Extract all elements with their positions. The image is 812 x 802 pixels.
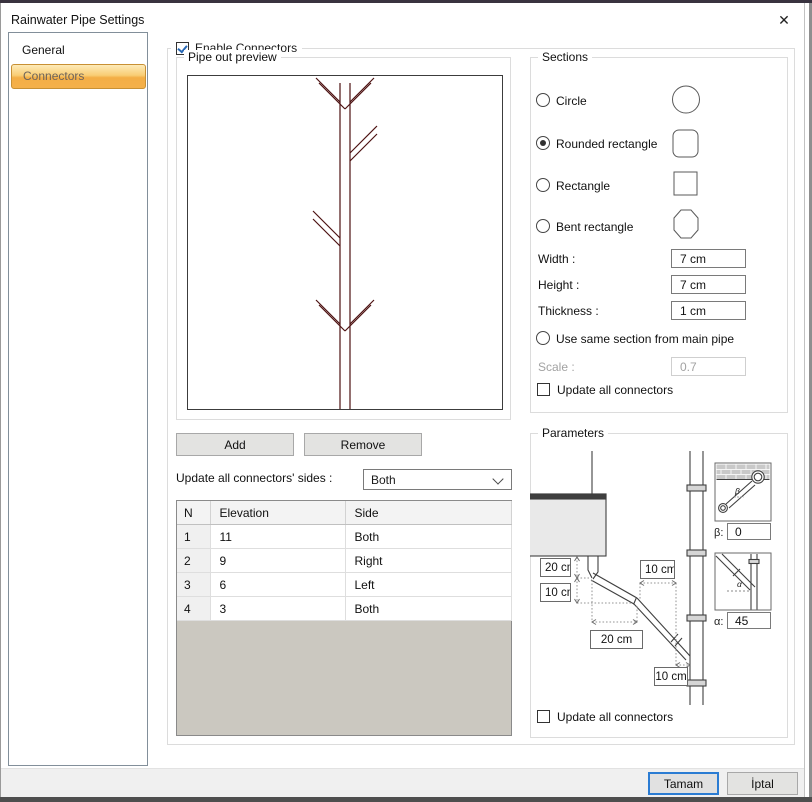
update-sides-label: Update all connectors' sides :	[176, 471, 332, 485]
radio-circle-label[interactable]: Circle	[556, 94, 587, 108]
table-row[interactable]: 2 9 Right	[177, 549, 511, 573]
cell-elevation[interactable]: 9	[210, 549, 345, 573]
bent-rectangle-shape-icon	[673, 209, 700, 240]
radio-rectangle-label[interactable]: Rectangle	[556, 179, 610, 193]
chevron-down-icon	[492, 473, 503, 484]
cell-n[interactable]: 2	[177, 549, 210, 573]
column-header-elevation[interactable]: Elevation	[210, 501, 345, 525]
sidebar-item-general[interactable]: General	[11, 37, 145, 63]
dimension-box-10cm-top: 10 cm	[640, 560, 675, 579]
connectors-table: N Elevation Side 1 11 Both 2 9 Right 3 6…	[177, 501, 512, 621]
cell-n[interactable]: 4	[177, 597, 210, 621]
rounded-rectangle-shape-icon	[672, 129, 700, 159]
dimension-box-10cm-vertical: 10 cm	[540, 583, 571, 602]
radio-use-same-section[interactable]	[536, 331, 550, 345]
svg-text:β: β	[734, 486, 740, 496]
dimension-box-20cm-horizontal: 20 cm	[590, 630, 643, 649]
scale-field	[671, 357, 746, 376]
cancel-button[interactable]: İptal	[727, 772, 798, 795]
sections-update-all-label[interactable]: Update all connectors	[557, 383, 673, 397]
window-left-border	[0, 3, 1, 797]
height-label: Height :	[538, 278, 579, 292]
cell-elevation[interactable]: 11	[210, 525, 345, 549]
pipe-preview-drawing	[188, 76, 502, 409]
radio-rounded-rectangle-label[interactable]: Rounded rectangle	[556, 137, 657, 151]
add-button[interactable]: Add	[176, 433, 294, 456]
column-header-n[interactable]: N	[177, 501, 210, 525]
radio-bent-rectangle-label[interactable]: Bent rectangle	[556, 220, 633, 234]
beta-label: β:	[714, 527, 723, 539]
parameters-update-all-checkbox[interactable]	[537, 710, 550, 723]
parameters-update-all-label[interactable]: Update all connectors	[557, 710, 673, 724]
cell-side[interactable]: Left	[345, 573, 511, 597]
cell-side[interactable]: Right	[345, 549, 511, 573]
cell-elevation[interactable]: 6	[210, 573, 345, 597]
use-same-section-label[interactable]: Use same section from main pipe	[556, 332, 734, 346]
pipe-preview-title: Pipe out preview	[184, 50, 281, 64]
width-field[interactable]	[671, 249, 746, 268]
close-button[interactable]: ✕	[770, 9, 798, 31]
scale-label: Scale :	[538, 360, 575, 374]
radio-bent-rectangle[interactable]	[536, 219, 550, 233]
window-title: Rainwater Pipe Settings	[11, 13, 144, 27]
radio-rectangle[interactable]	[536, 178, 550, 192]
cell-side[interactable]: Both	[345, 525, 511, 549]
add-button-label: Add	[224, 438, 245, 452]
ok-button-label: Tamam	[664, 777, 703, 791]
connectors-table-container: N Elevation Side 1 11 Both 2 9 Right 3 6…	[176, 500, 512, 736]
update-sides-dropdown[interactable]: Both	[363, 469, 512, 490]
cell-n[interactable]: 1	[177, 525, 210, 549]
cancel-button-label: İptal	[751, 777, 774, 791]
radio-rounded-rectangle[interactable]	[536, 136, 550, 150]
update-sides-value: Both	[371, 472, 396, 489]
sections-title: Sections	[538, 50, 592, 64]
ok-button[interactable]: Tamam	[648, 772, 719, 795]
close-icon: ✕	[778, 12, 790, 29]
remove-button[interactable]: Remove	[304, 433, 422, 456]
cell-side[interactable]: Both	[345, 597, 511, 621]
cell-n[interactable]: 3	[177, 573, 210, 597]
thickness-field[interactable]	[671, 301, 746, 320]
alpha-field[interactable]	[727, 612, 771, 629]
pipe-preview-canvas	[187, 75, 503, 410]
sidebar-item-label: Connectors	[23, 69, 84, 83]
table-row[interactable]: 4 3 Both	[177, 597, 511, 621]
beta-field[interactable]	[727, 523, 771, 540]
sidebar-item-label: General	[22, 43, 65, 57]
rectangle-shape-icon	[673, 171, 699, 197]
title-bar: Rainwater Pipe Settings ✕	[1, 3, 804, 32]
window-right-border	[804, 3, 805, 797]
cell-elevation[interactable]: 3	[210, 597, 345, 621]
circle-shape-icon	[671, 85, 701, 114]
sidebar-item-connectors[interactable]: Connectors	[11, 64, 146, 89]
dimension-box-10cm-bottom: 10 cm	[654, 667, 688, 686]
window-bottom-edge	[0, 797, 812, 802]
height-field[interactable]	[671, 275, 746, 294]
column-header-side[interactable]: Side	[345, 501, 511, 525]
radio-circle[interactable]	[536, 93, 550, 107]
remove-button-label: Remove	[341, 438, 386, 452]
settings-category-list: General Connectors	[8, 32, 148, 766]
thickness-label: Thickness :	[538, 304, 599, 318]
width-label: Width :	[538, 252, 575, 266]
dimension-box-20cm-vertical: 20 cm	[540, 558, 571, 577]
table-header-row: N Elevation Side	[177, 501, 511, 525]
table-row[interactable]: 3 6 Left	[177, 573, 511, 597]
table-row[interactable]: 1 11 Both	[177, 525, 511, 549]
alpha-label: α:	[714, 616, 723, 628]
sections-update-all-checkbox[interactable]	[537, 383, 550, 396]
